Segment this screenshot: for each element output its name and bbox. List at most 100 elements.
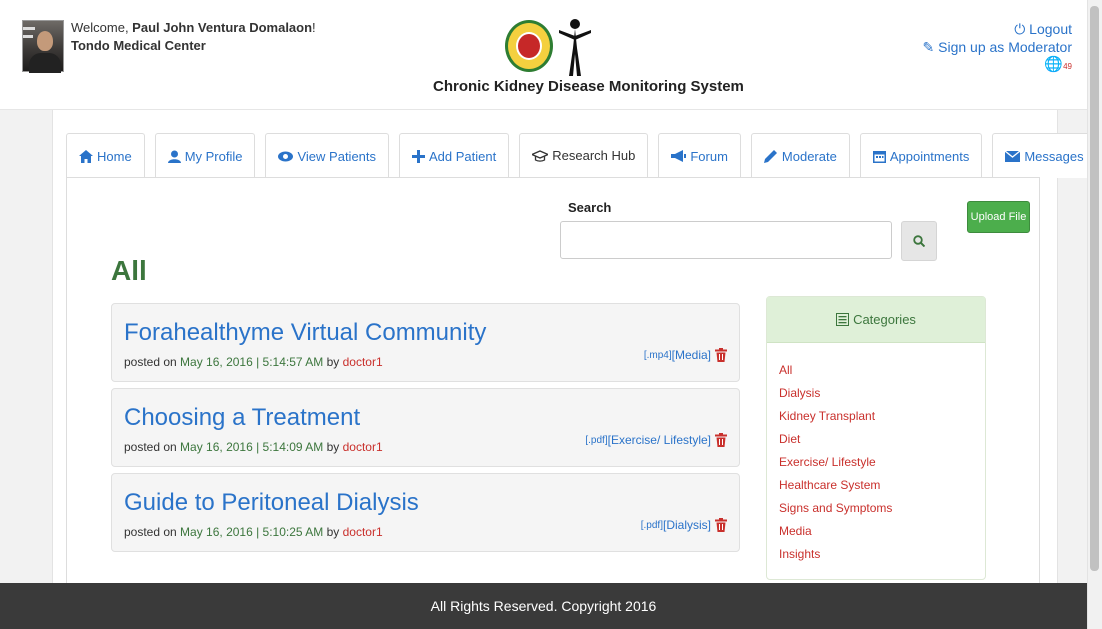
post-title-link[interactable]: Choosing a Treatment [124, 404, 360, 432]
section-title: All [111, 255, 147, 286]
tab-add-patient[interactable]: Add Patient [399, 133, 510, 178]
power-icon: ⏻ [1014, 21, 1026, 37]
tab-messages-label: Messages [1024, 148, 1084, 164]
trash-icon[interactable] [715, 518, 727, 532]
notifications-link[interactable]: 🌐49 [923, 56, 1072, 76]
post-title-link[interactable]: Forahealthyme Virtual Community [124, 319, 486, 347]
tab-moderate[interactable]: Moderate [750, 133, 850, 178]
pencil-icon [763, 150, 777, 163]
categories-heading: Categories [853, 312, 916, 327]
tab-research-hub-label: Research Hub [552, 148, 636, 163]
logout-label: Logout [1029, 21, 1072, 37]
tab-appointments[interactable]: Appointments [859, 133, 983, 178]
home-icon [79, 149, 93, 163]
welcome-suffix: ! [312, 20, 316, 35]
page-footer: All Rights Reserved. Copyright 2016 [0, 583, 1087, 629]
tab-messages[interactable]: Messages [992, 133, 1097, 178]
post-date: May 16, 2016 | 5:14:09 AM [180, 440, 324, 454]
file-extension: [.pdf] [640, 519, 663, 531]
post-title-link[interactable]: Guide to Peritoneal Dialysis [124, 489, 419, 517]
tab-moderate-label: Moderate [781, 148, 837, 164]
welcome-block: Welcome, Paul John Ventura Domalaon! Ton… [71, 19, 316, 55]
calendar-icon [872, 150, 886, 163]
posted-on-text: posted on [124, 440, 181, 454]
tab-add-patient-label: Add Patient [429, 148, 497, 164]
category-link-signs-and-symptoms[interactable]: Signs and Symptoms [779, 497, 973, 520]
envelope-icon [1005, 150, 1021, 162]
plus-icon [412, 149, 426, 163]
site-title: Chronic Kidney Disease Monitoring System [433, 78, 744, 95]
tab-forum[interactable]: Forum [658, 133, 741, 178]
post-author[interactable]: doctor1 [343, 525, 383, 539]
post-author[interactable]: doctor1 [343, 440, 383, 454]
tab-my-profile[interactable]: My Profile [154, 133, 256, 178]
category-link-kidney-transplant[interactable]: Kidney Transplant [779, 405, 973, 428]
category-link-healthcare-system[interactable]: Healthcare System [779, 474, 973, 497]
category-link-insights[interactable]: Insights [779, 543, 973, 566]
trash-icon[interactable] [715, 348, 727, 362]
nav-tabs: Home My Profile View Patients Add Patien… [66, 133, 1102, 178]
categories-list: All Dialysis Kidney Transplant Diet Exer… [767, 343, 985, 566]
trash-icon[interactable] [715, 433, 727, 447]
post-tags: [.pdf] [Dialysis] [641, 518, 727, 532]
category-link-diet[interactable]: Diet [779, 428, 973, 451]
search-input[interactable] [560, 221, 892, 259]
post-date: May 16, 2016 | 5:14:57 AM [180, 355, 324, 369]
signup-moderator-label: Sign up as Moderator [938, 39, 1072, 55]
list-icon [836, 313, 850, 326]
post-card: Guide to Peritoneal Dialysis posted on M… [111, 473, 740, 552]
eye-icon [278, 151, 294, 161]
categories-panel: Categories All Dialysis Kidney Transplan… [766, 296, 986, 580]
post-meta: posted on May 16, 2016 | 5:14:57 AM by d… [124, 355, 383, 369]
post-category-link[interactable]: [Media] [672, 348, 711, 362]
tab-research-hub[interactable]: Research Hub [519, 133, 649, 178]
copyright-text: All Rights Reserved. Copyright 2016 [430, 598, 657, 614]
tab-appointments-label: Appointments [889, 148, 970, 164]
post-category-link[interactable]: [Dialysis] [663, 518, 711, 532]
file-extension: [.pdf] [585, 434, 608, 446]
search-button[interactable] [901, 221, 937, 261]
upload-file-button[interactable]: Upload File [967, 201, 1030, 233]
scrollbar-thumb[interactable] [1090, 6, 1099, 571]
notification-count: 49 [1063, 62, 1072, 71]
search-label: Search [568, 200, 612, 215]
post-card: Forahealthyme Virtual Community posted o… [111, 303, 740, 382]
post-meta: posted on May 16, 2016 | 5:14:09 AM by d… [124, 440, 383, 454]
category-link-dialysis[interactable]: Dialysis [779, 382, 973, 405]
tab-my-profile-label: My Profile [184, 148, 243, 164]
logout-link[interactable]: ⏻ Logout [923, 20, 1072, 38]
by-text: by [323, 440, 343, 454]
post-tags: [.pdf] [Exercise/ Lifestyle] [585, 433, 727, 447]
post-card: Choosing a Treatment posted on May 16, 2… [111, 388, 740, 467]
graduation-cap-icon [532, 149, 549, 162]
search-icon [913, 235, 925, 247]
posted-on-text: posted on [124, 525, 181, 539]
post-tags: [.mp4] [Media] [644, 348, 727, 362]
post-author[interactable]: doctor1 [343, 355, 383, 369]
user-icon [167, 150, 181, 163]
avatar[interactable] [22, 20, 64, 73]
tab-home-label: Home [97, 148, 132, 164]
organization-name: Tondo Medical Center [71, 38, 206, 53]
site-logo[interactable] [505, 18, 595, 78]
bullhorn-icon [671, 150, 687, 162]
category-link-all[interactable]: All [779, 359, 973, 382]
post-category-link[interactable]: [Exercise/ Lifestyle] [608, 433, 711, 447]
category-link-exercise-lifestyle[interactable]: Exercise/ Lifestyle [779, 451, 973, 474]
tab-view-patients[interactable]: View Patients [265, 133, 390, 178]
seal-logo-icon [505, 20, 553, 72]
scrollbar[interactable] [1087, 0, 1102, 629]
welcome-prefix: Welcome, [71, 20, 133, 35]
tab-view-patients-label: View Patients [297, 148, 377, 164]
pencil-icon: ✎ [922, 39, 935, 55]
tab-home[interactable]: Home [66, 133, 145, 178]
signup-moderator-link[interactable]: ✎ Sign up as Moderator [923, 38, 1072, 56]
posted-on-text: posted on [124, 355, 181, 369]
post-date: May 16, 2016 | 5:10:25 AM [180, 525, 324, 539]
by-text: by [323, 355, 343, 369]
category-link-media[interactable]: Media [779, 520, 973, 543]
user-name: Paul John Ventura Domalaon [132, 20, 313, 35]
site-header: Welcome, Paul John Ventura Domalaon! Ton… [0, 0, 1087, 110]
figure-logo-icon [559, 19, 591, 76]
globe-icon: 🌐 [1044, 56, 1064, 73]
